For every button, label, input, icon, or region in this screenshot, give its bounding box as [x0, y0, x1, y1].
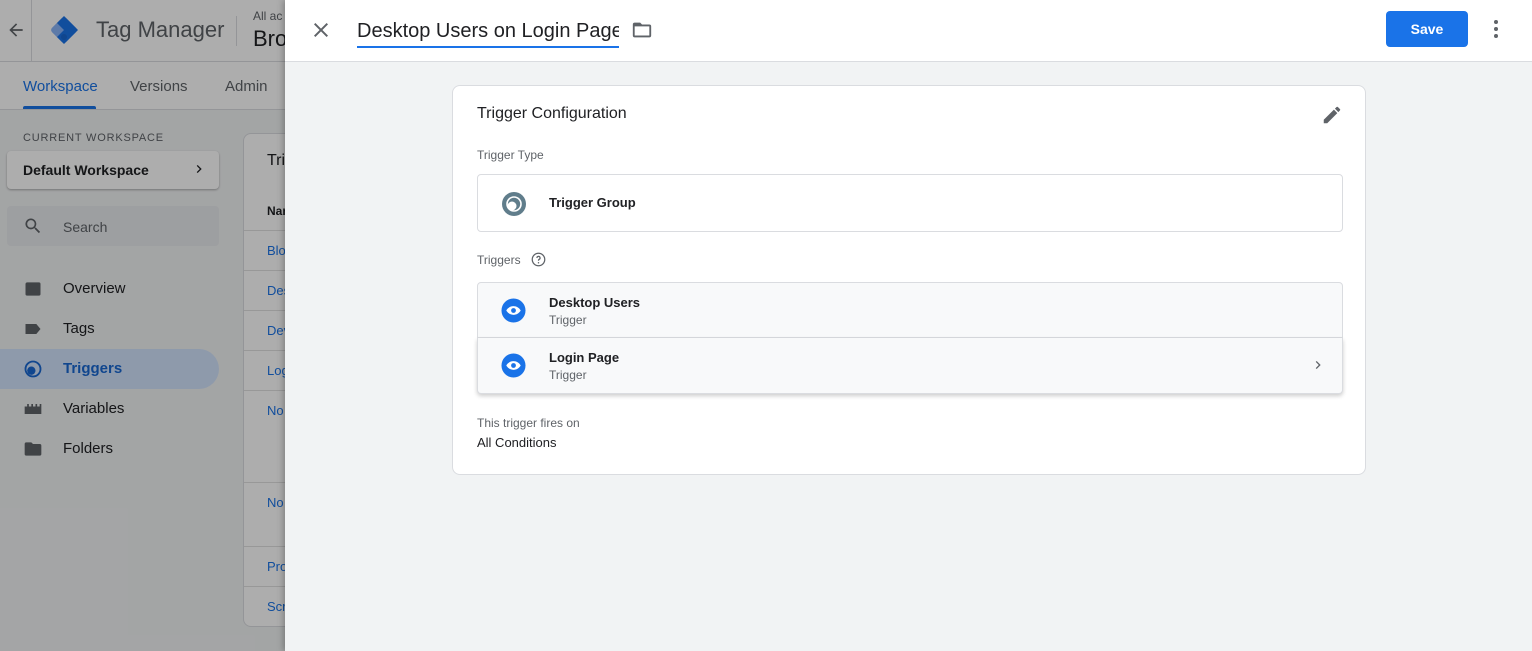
trigger-type-label: Trigger Type — [477, 148, 544, 162]
card-title: Trigger Configuration — [477, 105, 627, 122]
fires-on-label: This trigger fires on — [477, 416, 580, 430]
trigger-name-input[interactable] — [357, 16, 619, 48]
sheet-header: Save — [285, 0, 1532, 62]
edit-pencil-icon[interactable] — [1321, 104, 1343, 126]
trigger-name: Login Page — [549, 350, 620, 365]
trigger-configuration-card: Trigger Configuration Trigger Type Trigg… — [452, 85, 1366, 475]
fires-on-value: All Conditions — [477, 435, 557, 450]
save-button[interactable]: Save — [1386, 11, 1468, 47]
folder-icon[interactable] — [631, 19, 653, 41]
eye-icon — [501, 353, 526, 378]
trigger-row-login-page[interactable]: Login Page Trigger — [477, 338, 1343, 394]
trigger-kind: Trigger — [549, 368, 587, 382]
trigger-kind: Trigger — [549, 313, 587, 327]
trigger-type-selector[interactable]: Trigger Group — [477, 174, 1343, 232]
chevron-right-icon — [1315, 361, 1321, 369]
more-vert-icon[interactable] — [1484, 17, 1508, 41]
eye-icon — [501, 298, 526, 323]
trigger-editor-sheet: Save Trigger Configuration Trigger Type … — [285, 0, 1532, 651]
trigger-type-value: Trigger Group — [549, 195, 636, 210]
trigger-name: Desktop Users — [549, 295, 641, 310]
help-icon[interactable] — [531, 252, 546, 267]
trigger-row-desktop-users[interactable]: Desktop Users Trigger — [477, 282, 1343, 338]
triggers-label: Triggers — [477, 253, 521, 267]
close-icon[interactable] — [309, 18, 333, 42]
trigger-group-icon — [502, 192, 526, 216]
